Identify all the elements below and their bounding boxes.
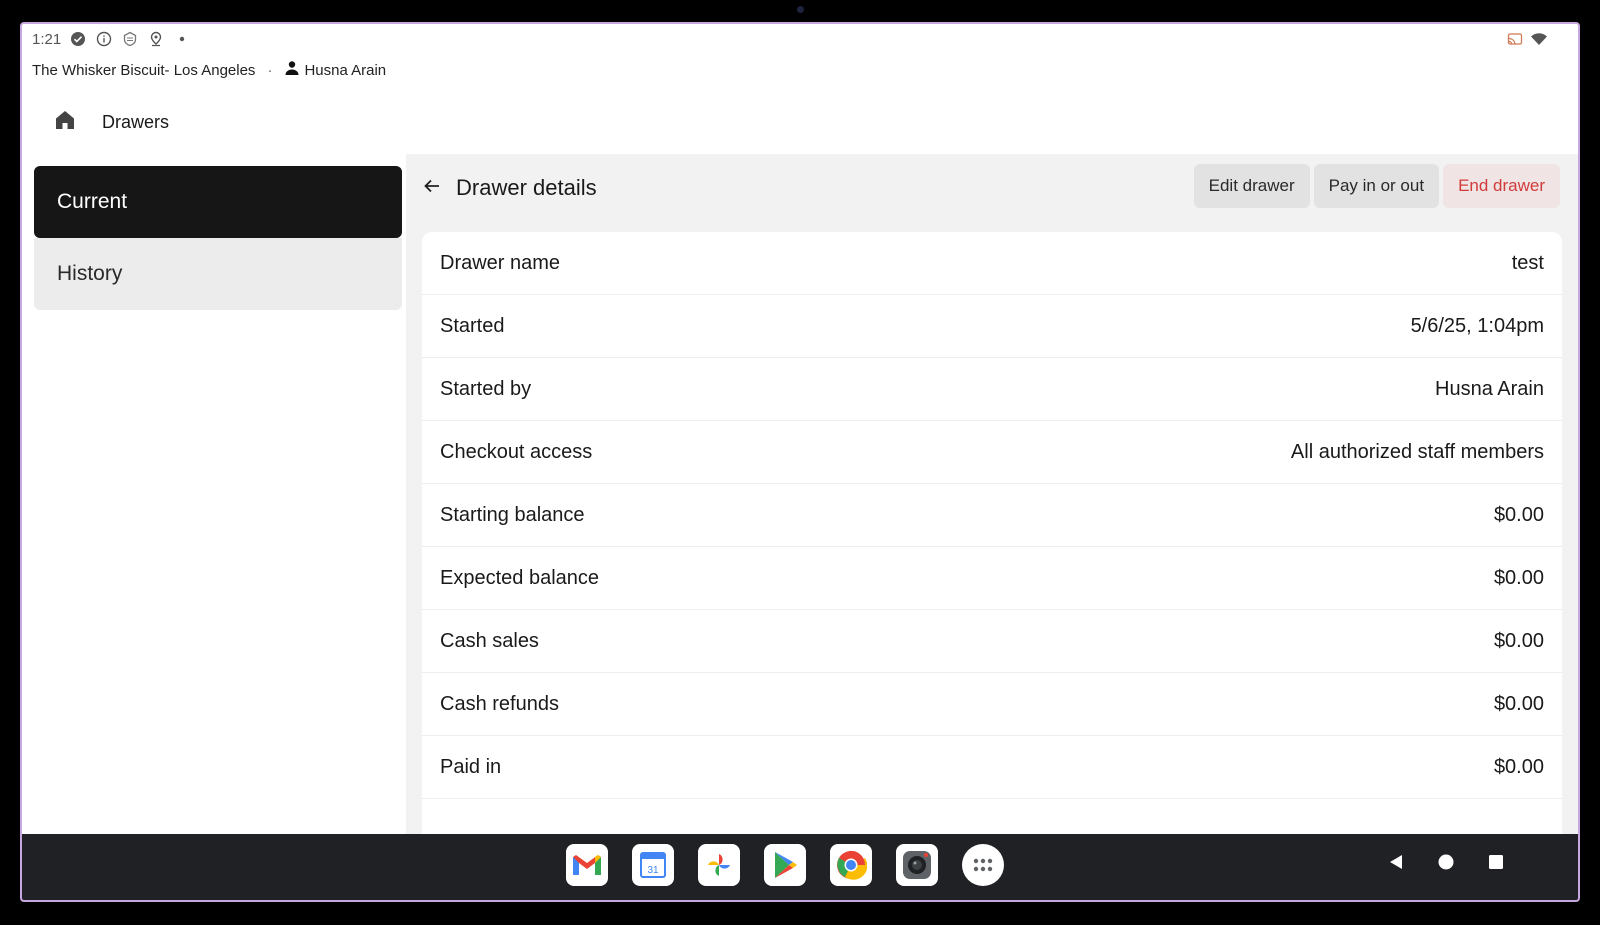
chrome-icon[interactable] <box>830 844 872 886</box>
detail-label: Started by <box>440 377 532 400</box>
sidebar-item-label: Current <box>57 190 128 213</box>
current-user-name: Husna Arain <box>304 61 387 79</box>
calendar-icon[interactable]: 31 <box>632 844 674 886</box>
detail-row-starting-balance: Starting balance $0.00 <box>422 484 1562 547</box>
panel-header: Drawer details Edit drawer Pay in or out… <box>406 154 1578 222</box>
triangle-back-icon <box>1387 853 1405 876</box>
system-home-button[interactable] <box>1436 854 1456 874</box>
status-bar: 1:21 <box>22 24 1578 54</box>
info-icon <box>95 30 113 48</box>
detail-value: Husna Arain <box>1435 377 1544 400</box>
arrow-left-icon <box>422 176 442 201</box>
detail-label: Drawer name <box>440 251 561 274</box>
content-area: Current History Drawer details Edit draw… <box>22 154 1578 834</box>
drawer-details-panel: Drawer details Edit drawer Pay in or out… <box>406 154 1578 834</box>
location-pin-icon <box>147 30 165 48</box>
detail-row-checkout-access: Checkout access All authorized staff mem… <box>422 421 1562 484</box>
location-bar: The Whisker Biscuit- Los Angeles · Husna… <box>32 58 386 82</box>
drawers-sidebar: Current History <box>34 166 402 310</box>
current-user: Husna Arain <box>284 60 386 80</box>
detail-label: Expected balance <box>440 566 600 589</box>
detail-label: Cash refunds <box>440 692 559 715</box>
detail-label: Checkout access <box>440 440 593 463</box>
wifi-icon <box>1530 30 1548 48</box>
page-title: Drawers <box>102 111 170 132</box>
calendar-day: 31 <box>647 865 659 876</box>
panel-title: Drawer details <box>456 175 597 200</box>
system-recents-button[interactable] <box>1486 854 1506 874</box>
status-time: 1:21 <box>32 30 62 48</box>
detail-value: $0.00 <box>1493 503 1544 526</box>
detail-value: $0.00 <box>1493 566 1544 589</box>
person-icon <box>284 60 300 80</box>
status-right-icons <box>1506 30 1548 48</box>
header-actions: Edit drawer Pay in or out End drawer <box>1193 164 1560 208</box>
pay-in-out-button[interactable]: Pay in or out <box>1313 164 1440 208</box>
detail-row-started: Started 5/6/25, 1:04pm <box>422 295 1562 358</box>
edit-drawer-button[interactable]: Edit drawer <box>1193 164 1310 208</box>
detail-value: $0.00 <box>1493 755 1544 778</box>
taskbar: 31 <box>22 834 1578 900</box>
details-card: Drawer name test Started 5/6/25, 1:04pm … <box>422 232 1562 834</box>
app-dock: 31 <box>566 844 1004 886</box>
check-circle-icon <box>69 30 87 48</box>
cast-icon <box>1506 30 1524 48</box>
detail-value: $0.00 <box>1493 629 1544 652</box>
business-name: The Whisker Biscuit- Los Angeles <box>32 61 256 79</box>
detail-label: Starting balance <box>440 503 585 526</box>
back-button[interactable] <box>420 176 444 200</box>
square-recents-icon <box>1487 853 1505 876</box>
detail-label: Cash sales <box>440 629 539 652</box>
sidebar-item-label: History <box>57 262 123 285</box>
photos-icon[interactable] <box>698 844 740 886</box>
camera-dot <box>797 6 804 13</box>
shield-icon <box>121 30 139 48</box>
home-button[interactable] <box>52 109 78 135</box>
location-separator: · <box>267 61 273 79</box>
dot-icon <box>173 30 191 48</box>
detail-value: test <box>1511 251 1544 274</box>
detail-row-drawer-name: Drawer name test <box>422 232 1562 295</box>
sidebar-item-history[interactable]: History <box>34 238 402 310</box>
system-navigation <box>1386 854 1506 874</box>
detail-label: Started <box>440 314 505 337</box>
detail-value: $0.00 <box>1493 692 1544 715</box>
detail-row-cash-sales: Cash sales $0.00 <box>422 610 1562 673</box>
home-icon <box>54 109 76 136</box>
detail-row-paid-in: Paid in $0.00 <box>422 736 1562 799</box>
detail-value: All authorized staff members <box>1290 440 1544 463</box>
end-drawer-button[interactable]: End drawer <box>1443 164 1560 208</box>
sidebar-item-current[interactable]: Current <box>34 166 402 238</box>
device-screen: 1:21 The Whisker Biscuit- Los Angeles · … <box>20 22 1580 902</box>
detail-row-expected-balance: Expected balance $0.00 <box>422 547 1562 610</box>
top-nav: Drawers <box>22 94 1578 150</box>
detail-row-started-by: Started by Husna Arain <box>422 358 1562 421</box>
camera-icon[interactable] <box>896 844 938 886</box>
detail-label: Paid in <box>440 755 502 778</box>
circle-home-icon <box>1437 853 1455 876</box>
play-store-icon[interactable] <box>764 844 806 886</box>
app-drawer-icon[interactable] <box>962 844 1004 886</box>
gmail-icon[interactable] <box>566 844 608 886</box>
detail-row-cash-refunds: Cash refunds $0.00 <box>422 673 1562 736</box>
system-back-button[interactable] <box>1386 854 1406 874</box>
detail-value: 5/6/25, 1:04pm <box>1410 314 1544 337</box>
